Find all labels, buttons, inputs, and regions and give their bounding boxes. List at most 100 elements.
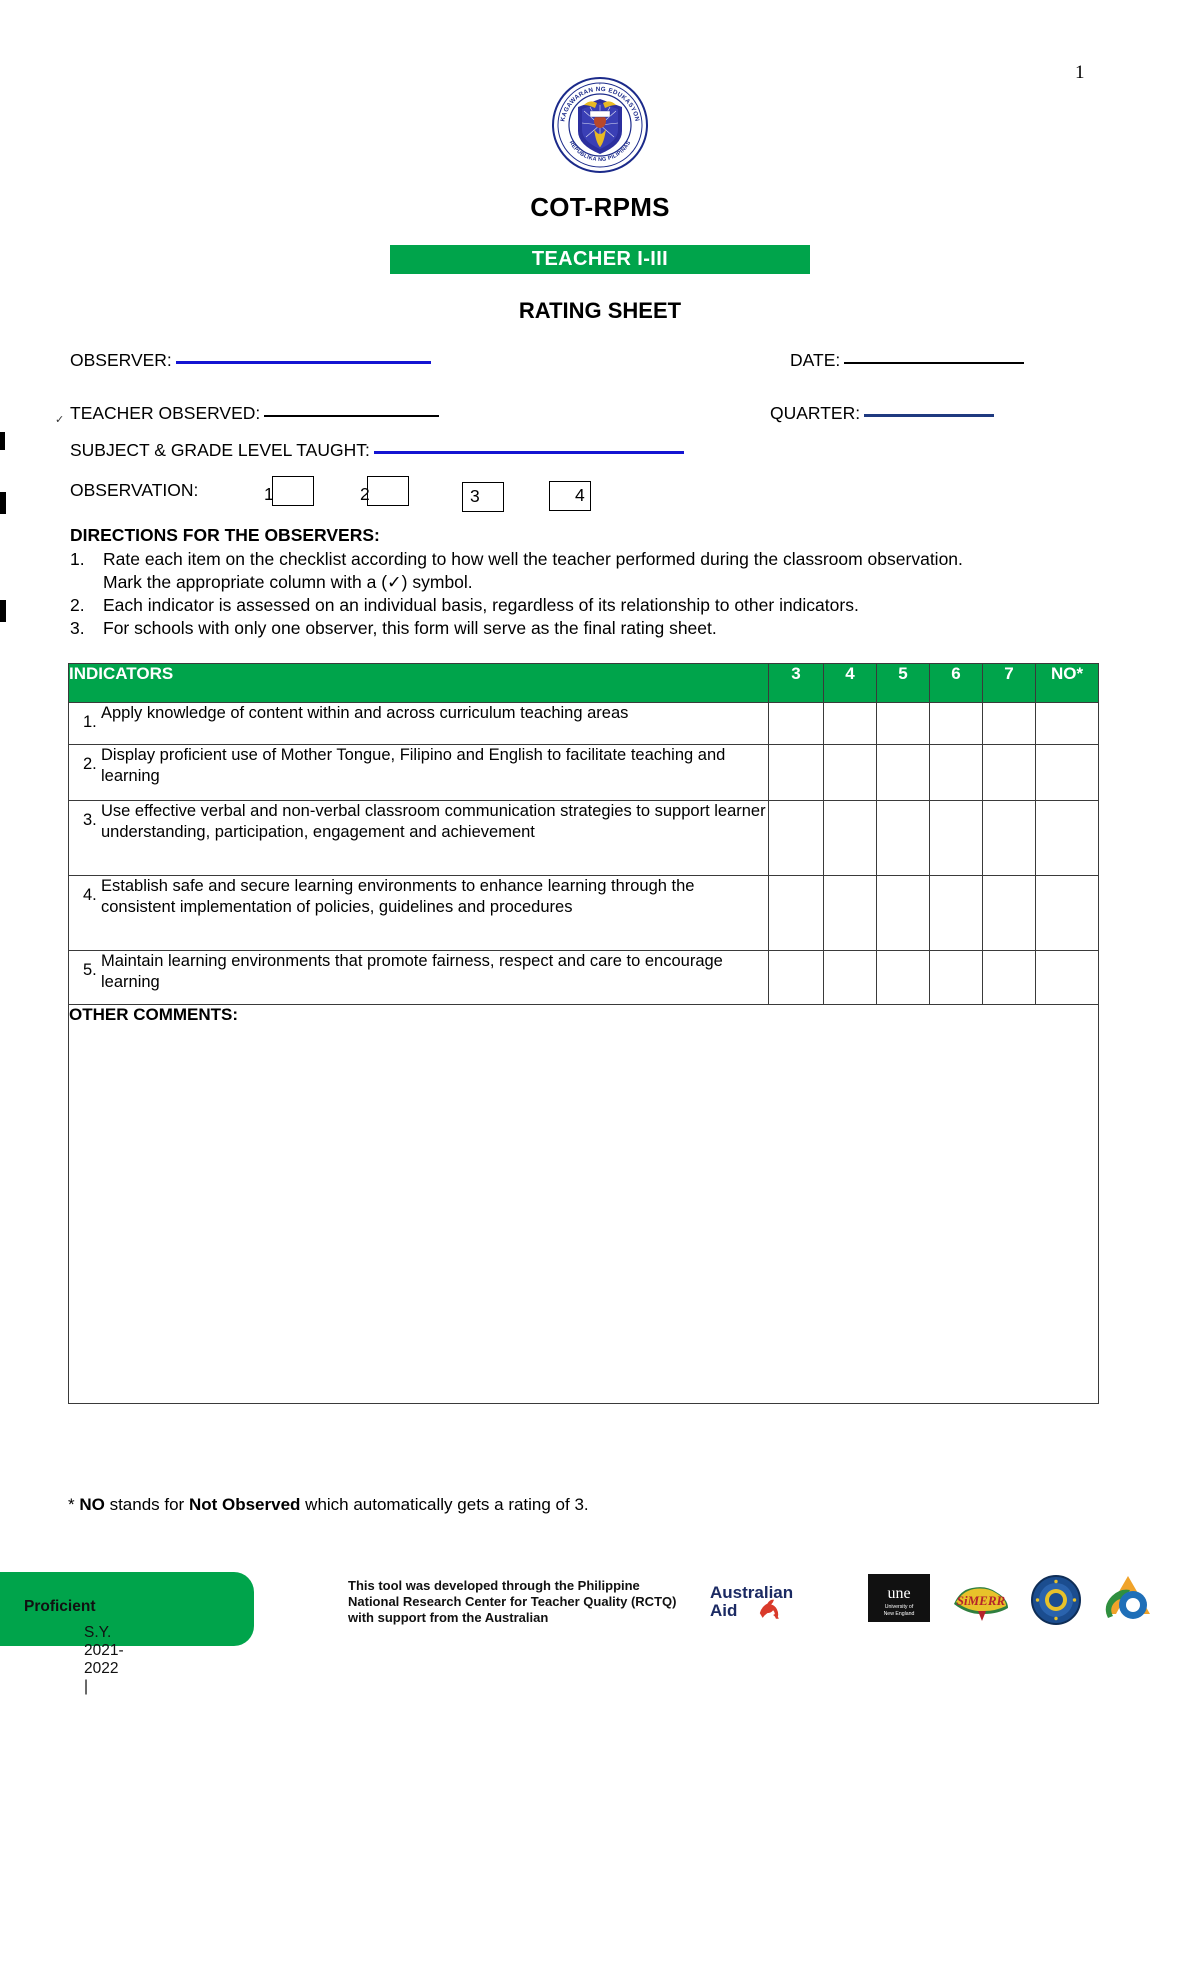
quarter-input[interactable]	[864, 413, 995, 417]
career-stage-text: Proficient	[24, 1598, 96, 1615]
indicator-cell: 5. Maintain learning environments that p…	[68, 950, 769, 1005]
indicator-cell: 2. Display proficient use of Mother Tong…	[68, 744, 769, 801]
observation-option-1-label: 1	[264, 484, 274, 504]
rating-table: INDICATORS 3 4 5 6 7 NO* 1. Apply knowle…	[68, 663, 1099, 1404]
philippine-seal-logo	[1030, 1574, 1082, 1631]
score-checkbox-3[interactable]	[768, 800, 824, 876]
indicator-cell: 4. Establish safe and secure learning en…	[68, 875, 769, 951]
observation-option-4-label: 4	[575, 485, 585, 505]
directions-item-number: 2.	[70, 595, 85, 615]
directions-item: 2. Each indicator is assessed on an indi…	[70, 594, 1000, 617]
rctq-logo	[1100, 1574, 1156, 1631]
directions-item-text: For schools with only one observer, this…	[103, 618, 717, 638]
table-row: 5. Maintain learning environments that p…	[68, 950, 1099, 1005]
score-checkbox-4[interactable]	[823, 800, 877, 876]
directions-title: DIRECTIONS FOR THE OBSERVERS:	[70, 525, 380, 545]
score-checkbox-5[interactable]	[876, 875, 930, 951]
indicator-number: 3.	[83, 811, 97, 829]
table-row: 4. Establish safe and secure learning en…	[68, 875, 1099, 951]
score-checkbox-4[interactable]	[823, 875, 877, 951]
column-header-indicators: INDICATORS	[68, 663, 769, 703]
score-checkbox-4[interactable]	[823, 744, 877, 801]
directions-item-text: Rate each item on the checklist accordin…	[103, 549, 963, 592]
table-row: 1. Apply knowledge of content within and…	[68, 702, 1099, 745]
other-comments-label: OTHER COMMENTS:	[69, 1005, 239, 1024]
teacher-observed-input[interactable]	[264, 414, 440, 417]
svg-text:Australian: Australian	[710, 1583, 793, 1602]
quarter-field-row: QUARTER:	[770, 403, 995, 424]
footnote-bold-not-observed: Not Observed	[188, 1495, 301, 1514]
comments-row: OTHER COMMENTS:	[68, 1004, 1099, 1404]
date-field-row: DATE:	[790, 350, 1025, 371]
directions-list: 1. Rate each item on the checklist accor…	[70, 548, 1000, 640]
table-header-row: INDICATORS 3 4 5 6 7 NO*	[68, 663, 1099, 703]
subject-grade-label: SUBJECT & GRADE LEVEL TAUGHT:	[70, 440, 370, 460]
table-footnote: * NO stands for Not Observed which autom…	[68, 1495, 589, 1515]
indicator-cell: 1. Apply knowledge of content within and…	[68, 702, 769, 745]
score-checkbox-3[interactable]	[768, 702, 824, 745]
score-checkbox-no[interactable]	[1035, 702, 1099, 745]
score-checkbox-6[interactable]	[929, 950, 983, 1005]
quarter-label: QUARTER:	[770, 403, 861, 423]
score-checkbox-6[interactable]	[929, 875, 983, 951]
margin-mark	[0, 432, 5, 450]
score-checkbox-5[interactable]	[876, 950, 930, 1005]
score-checkbox-7[interactable]	[982, 800, 1036, 876]
score-checkbox-7[interactable]	[982, 702, 1036, 745]
page-number: 1	[1075, 62, 1085, 83]
subject-grade-input[interactable]	[373, 450, 684, 454]
deped-seal-icon: · KAGAWARAN NG EDUKASYON REPUBLIKA NG PI…	[550, 75, 650, 175]
indicator-text: Maintain learning environments that prom…	[101, 952, 723, 991]
other-comments-box[interactable]: OTHER COMMENTS:	[68, 1004, 1099, 1404]
document-page: 1 · KAGAWARAN NG EDUKASYON REPUBLIKA NG …	[0, 0, 1200, 1976]
footnote-mid2: which automatically gets a rating of 3.	[300, 1495, 589, 1514]
date-input[interactable]	[844, 361, 1025, 364]
directions-item-number: 3.	[70, 618, 85, 638]
score-checkbox-5[interactable]	[876, 702, 930, 745]
school-year-badge: S.Y. 2021-2022 | Proficient	[0, 1572, 254, 1695]
score-checkbox-no[interactable]	[1035, 744, 1099, 801]
directions-item: 3. For schools with only one observer, t…	[70, 617, 1000, 640]
observation-label: OBSERVATION:	[70, 480, 199, 500]
score-checkbox-no[interactable]	[1035, 875, 1099, 951]
score-checkbox-4[interactable]	[823, 702, 877, 745]
observer-field-row: OBSERVER:	[70, 350, 431, 371]
indicator-text: Use effective verbal and non-verbal clas…	[101, 802, 766, 841]
score-checkbox-no[interactable]	[1035, 800, 1099, 876]
teacher-observed-field-row: TEACHER OBSERVED:	[70, 403, 440, 424]
score-checkbox-3[interactable]	[768, 875, 824, 951]
score-checkbox-4[interactable]	[823, 950, 877, 1005]
score-checkbox-7[interactable]	[982, 744, 1036, 801]
date-label: DATE:	[790, 350, 841, 370]
directions-item: 1. Rate each item on the checklist accor…	[70, 548, 1000, 594]
table-row: 2. Display proficient use of Mother Tong…	[68, 744, 1099, 801]
column-header-score-no: NO*	[1035, 663, 1099, 703]
score-checkbox-3[interactable]	[768, 950, 824, 1005]
footnote-mid1: stands for	[104, 1495, 189, 1514]
sheet-subtitle: RATING SHEET	[518, 298, 682, 323]
observer-label: OBSERVER:	[70, 350, 172, 370]
column-header-score-5: 5	[876, 663, 930, 703]
score-checkbox-no[interactable]	[1035, 950, 1099, 1005]
indicator-cell: 3. Use effective verbal and non-verbal c…	[68, 800, 769, 876]
score-checkbox-6[interactable]	[929, 800, 983, 876]
teacher-level-banner: TEACHER I-III	[390, 245, 810, 274]
score-checkbox-6[interactable]	[929, 702, 983, 745]
score-checkbox-3[interactable]	[768, 744, 824, 801]
subject-grade-field-row: SUBJECT & GRADE LEVEL TAUGHT:	[70, 440, 684, 461]
indicator-text: Apply knowledge of content within and ac…	[101, 704, 629, 722]
score-checkbox-5[interactable]	[876, 744, 930, 801]
observation-option-3-label: 3	[470, 486, 480, 506]
score-checkbox-5[interactable]	[876, 800, 930, 876]
score-checkbox-7[interactable]	[982, 950, 1036, 1005]
page-title: COT-RPMS	[530, 192, 670, 222]
score-checkbox-6[interactable]	[929, 744, 983, 801]
score-checkbox-7[interactable]	[982, 875, 1036, 951]
observer-input[interactable]	[175, 360, 431, 364]
margin-mark	[0, 492, 6, 514]
une-logo: une University of New England	[868, 1574, 930, 1627]
partner-logos: Australian Aid une University of New Eng…	[700, 1568, 1150, 1638]
observation-option-2-label: 2	[360, 484, 370, 504]
directions-item-text: Each indicator is assessed on an individ…	[103, 595, 859, 615]
footnote-bold-no: NO	[79, 1495, 105, 1514]
